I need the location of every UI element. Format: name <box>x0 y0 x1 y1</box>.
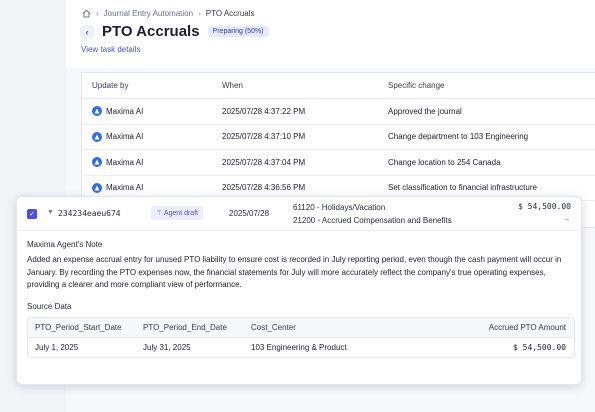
agent-note-title: Maxima Agent's Note <box>27 240 103 249</box>
home-icon[interactable] <box>82 9 91 18</box>
chevron-right-icon: › <box>96 9 99 18</box>
back-button[interactable]: ‹ <box>80 24 94 39</box>
start-date-cell: July 1, 2025 <box>35 343 79 352</box>
column-header-update-by: Update by <box>92 81 129 90</box>
view-task-details-link[interactable]: View task details <box>81 45 140 54</box>
page-title: PTO Accruals <box>102 23 200 40</box>
debit-amount: $ 54,500.00 <box>518 202 571 211</box>
when-cell: 2025/07/28 4:37:10 PM <box>222 132 306 142</box>
update-by-name: Maxima AI <box>106 157 144 167</box>
change-cell: Approved the journal <box>388 106 462 116</box>
breadcrumb: › Journal Entry Automation › PTO Accrual… <box>82 9 255 18</box>
update-by-name: Maxima AI <box>106 183 144 193</box>
credit-amount: – <box>564 215 569 224</box>
update-by-cell: Maxima AI <box>82 106 212 117</box>
journal-entry-row[interactable]: ✓ ▼ 234234eaeu674 ⚚ Agent draft 2025/07/… <box>17 197 581 231</box>
end-date-cell: July 31, 2025 <box>143 343 191 352</box>
when-cell: 2025/07/28 4:37:22 PM <box>222 106 306 116</box>
ai-agent-icon <box>92 131 102 142</box>
agent-note-body: Added an expense accrual entry for unuse… <box>27 255 562 289</box>
check-icon: ✓ <box>29 211 35 218</box>
update-by-cell: Maxima AI <box>82 157 212 168</box>
change-cell: Set classification to financial infrastr… <box>388 183 537 193</box>
agent-draft-badge: ⚚ Agent draft <box>151 206 204 220</box>
ai-agent-icon <box>92 157 102 168</box>
ai-agent-icon <box>92 106 102 117</box>
credit-account: 21200 - Accrued Compensation and Benefit… <box>293 216 452 225</box>
chevron-right-icon: › <box>198 9 201 18</box>
entry-date: 2025/07/28 <box>229 209 270 218</box>
journal-entry-card: ✓ ▼ 234234eaeu674 ⚚ Agent draft 2025/07/… <box>16 196 582 385</box>
table-row: Maxima AI 2025/07/28 4:37:10 PM Change d… <box>82 125 595 150</box>
column-header-cost-center: Cost_Center <box>251 323 296 332</box>
column-header-end-date: PTO_Period_End_Date <box>143 323 227 332</box>
expand-caret-icon[interactable]: ▼ <box>47 209 54 216</box>
accrued-amount-cell: $ 54,500.00 <box>513 343 566 352</box>
table-row: Maxima AI 2025/07/28 4:37:04 PM Change l… <box>82 150 595 176</box>
source-data-table: PTO_Period_Start_Date PTO_Period_End_Dat… <box>27 317 575 358</box>
source-data-title: Source Data <box>27 302 72 311</box>
source-header-row: PTO_Period_Start_Date PTO_Period_End_Dat… <box>28 318 574 338</box>
column-header-when: When <box>222 81 243 90</box>
column-header-accrued-amount: Accrued PTO Amount <box>488 323 566 332</box>
when-cell: 2025/07/28 4:36:56 PM <box>222 183 306 193</box>
title-row: ‹ PTO Accruals Preparing (50%) <box>80 23 269 40</box>
entry-checkbox[interactable]: ✓ <box>27 209 37 219</box>
column-header-specific-change: Specific change <box>388 81 445 90</box>
magic-wand-icon: ⚚ <box>156 210 163 217</box>
update-by-name: Maxima AI <box>106 106 144 116</box>
update-by-name: Maxima AI <box>106 132 144 142</box>
table-row: July 1, 2025 July 31, 2025 103 Engineeri… <box>28 338 574 357</box>
breadcrumb-item-current: PTO Accruals <box>205 9 255 18</box>
cost-center-cell: 103 Engineering & Product <box>251 343 347 352</box>
agent-draft-label: Agent draft <box>163 210 199 217</box>
column-header-start-date: PTO_Period_Start_Date <box>35 323 122 332</box>
change-cell: Change department to 103 Engineering <box>388 132 529 142</box>
update-by-cell: Maxima AI <box>82 182 212 193</box>
debit-account: 61120 - Holidays/Vacation <box>293 203 386 212</box>
table-row: Maxima AI 2025/07/28 4:37:22 PM Approved… <box>82 99 595 125</box>
entry-id: 234234eaeu674 <box>58 209 121 218</box>
breadcrumb-item-automation[interactable]: Journal Entry Automation <box>104 9 193 18</box>
when-cell: 2025/07/28 4:37:04 PM <box>222 157 306 167</box>
history-header-row: Update by When Specific change <box>82 73 595 99</box>
chevron-left-icon: ‹ <box>85 26 89 37</box>
status-badge: Preparing (50%) <box>207 26 269 37</box>
change-cell: Change location to 254 Canada <box>388 157 501 167</box>
ai-agent-icon <box>92 182 102 193</box>
update-by-cell: Maxima AI <box>82 131 212 142</box>
